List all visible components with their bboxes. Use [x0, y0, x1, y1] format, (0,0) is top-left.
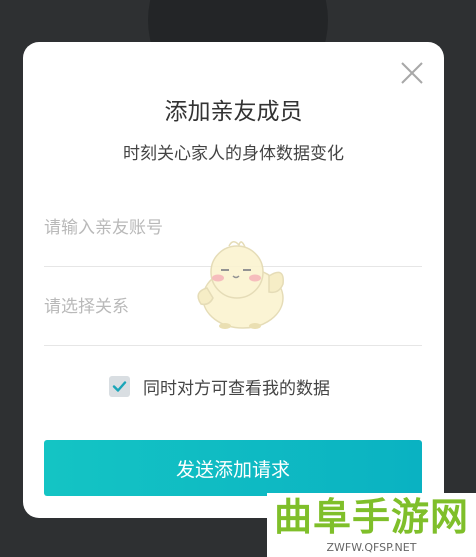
share-data-checkbox[interactable] [109, 375, 130, 397]
check-icon [112, 380, 127, 392]
close-icon [401, 62, 423, 84]
watermark-title: 曲阜手游网 [273, 494, 469, 539]
send-request-button[interactable]: 发送添加请求 [44, 440, 422, 496]
share-data-label: 同时对方可查看我的数据 [143, 378, 330, 399]
add-family-member-dialog: 添加亲友成员 时刻关心家人的身体数据变化 同时对方可查看我的数据 发送添加请求 [23, 42, 444, 518]
divider [44, 345, 422, 346]
dialog-subtitle: 时刻关心家人的身体数据变化 [123, 144, 344, 164]
close-button[interactable] [397, 58, 427, 88]
chick-mascot-icon [197, 241, 284, 329]
share-data-consent[interactable]: 同时对方可查看我的数据 [109, 374, 330, 399]
dialog-title: 添加亲友成员 [164, 99, 303, 125]
site-watermark: 曲阜手游网 ZWFW.QFSP.NET [267, 493, 476, 557]
watermark-url: ZWFW.QFSP.NET [326, 541, 417, 554]
